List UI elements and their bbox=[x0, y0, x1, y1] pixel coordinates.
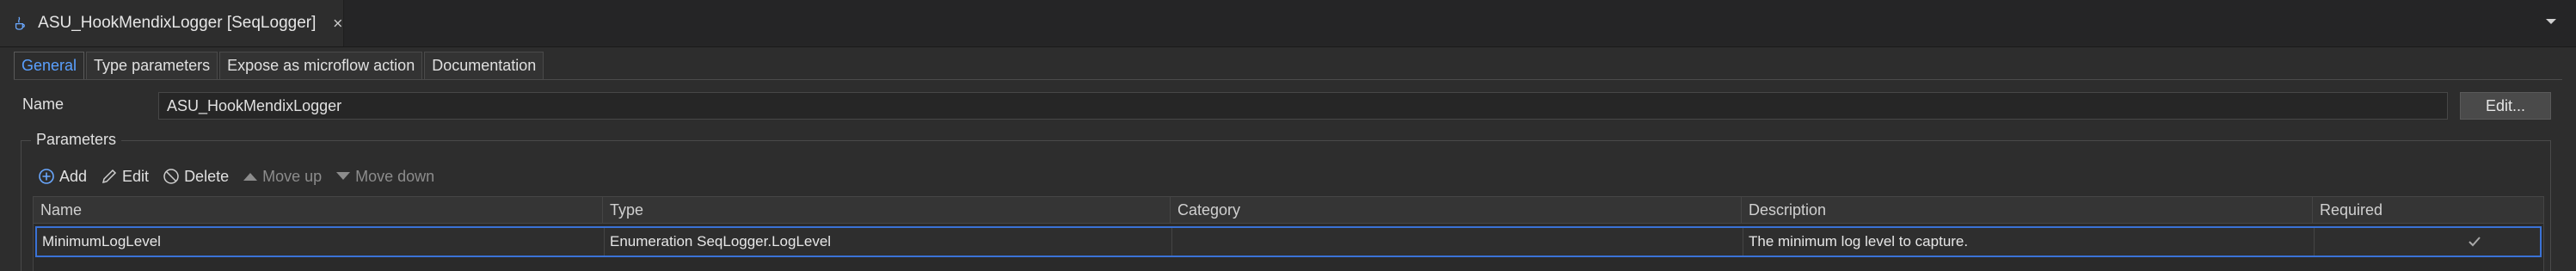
edit-name-button[interactable]: Edit... bbox=[2460, 92, 2551, 120]
tab-documentation[interactable]: Documentation bbox=[424, 52, 544, 79]
table-header: Name Type Category Description Required bbox=[34, 197, 2543, 224]
move-down-label: Move down bbox=[355, 167, 435, 185]
pencil-icon bbox=[102, 169, 117, 184]
document-subtabs: General Type parameters Expose as microf… bbox=[14, 52, 545, 79]
column-header-required[interactable]: Required bbox=[2313, 197, 2543, 223]
triangle-down-icon bbox=[336, 172, 351, 180]
cell-description: The minimum log level to capture. bbox=[1743, 228, 2315, 256]
edit-label: Edit bbox=[122, 167, 150, 185]
tab-expose-as-microflow-action[interactable]: Expose as microflow action bbox=[219, 52, 423, 79]
table-row[interactable]: MinimumLogLevel Enumeration SeqLogger.Lo… bbox=[35, 226, 2542, 257]
checkmark-icon bbox=[2468, 237, 2481, 247]
cell-name: MinimumLogLevel bbox=[37, 228, 605, 256]
cell-category bbox=[1172, 228, 1743, 256]
move-up-button[interactable]: Move up bbox=[243, 168, 322, 186]
delete-parameter-button[interactable]: Delete bbox=[163, 168, 229, 186]
column-header-type[interactable]: Type bbox=[603, 197, 1171, 223]
chevron-down-icon[interactable] bbox=[2545, 17, 2557, 26]
subtab-divider bbox=[14, 79, 2562, 80]
cell-required bbox=[2315, 228, 2540, 256]
parameters-toolbar: Add Edit Delete Move up Move down bbox=[38, 164, 448, 188]
delete-label: Delete bbox=[184, 167, 230, 185]
no-entry-icon bbox=[163, 169, 179, 184]
editor-tab-title: ASU_HookMendixLogger [SeqLogger] bbox=[38, 14, 317, 32]
editor-tab[interactable]: ASU_HookMendixLogger [SeqLogger] bbox=[0, 0, 344, 46]
add-label: Add bbox=[59, 167, 88, 185]
triangle-up-icon bbox=[243, 173, 258, 181]
column-header-description[interactable]: Description bbox=[1742, 197, 2313, 223]
add-parameter-button[interactable]: Add bbox=[38, 168, 87, 186]
parameters-table: Name Type Category Description Required … bbox=[33, 196, 2544, 271]
name-field[interactable]: ASU_HookMendixLogger bbox=[158, 92, 2448, 120]
tab-general[interactable]: General bbox=[14, 52, 85, 79]
column-header-category[interactable]: Category bbox=[1171, 197, 1742, 223]
edit-parameter-button[interactable]: Edit bbox=[101, 168, 149, 186]
close-icon[interactable] bbox=[333, 15, 343, 31]
java-action-icon bbox=[15, 16, 25, 30]
editor-tab-bar: ASU_HookMendixLogger [SeqLogger] bbox=[0, 0, 2576, 47]
cell-type: Enumeration SeqLogger.LogLevel bbox=[605, 228, 1172, 256]
parameters-legend: Parameters bbox=[31, 131, 122, 149]
move-down-button[interactable]: Move down bbox=[335, 168, 434, 186]
tab-type-parameters[interactable]: Type parameters bbox=[86, 52, 218, 79]
name-label: Name bbox=[22, 95, 65, 113]
column-header-name[interactable]: Name bbox=[34, 197, 603, 223]
move-up-label: Move up bbox=[262, 167, 323, 185]
plus-circle-icon bbox=[39, 169, 54, 184]
